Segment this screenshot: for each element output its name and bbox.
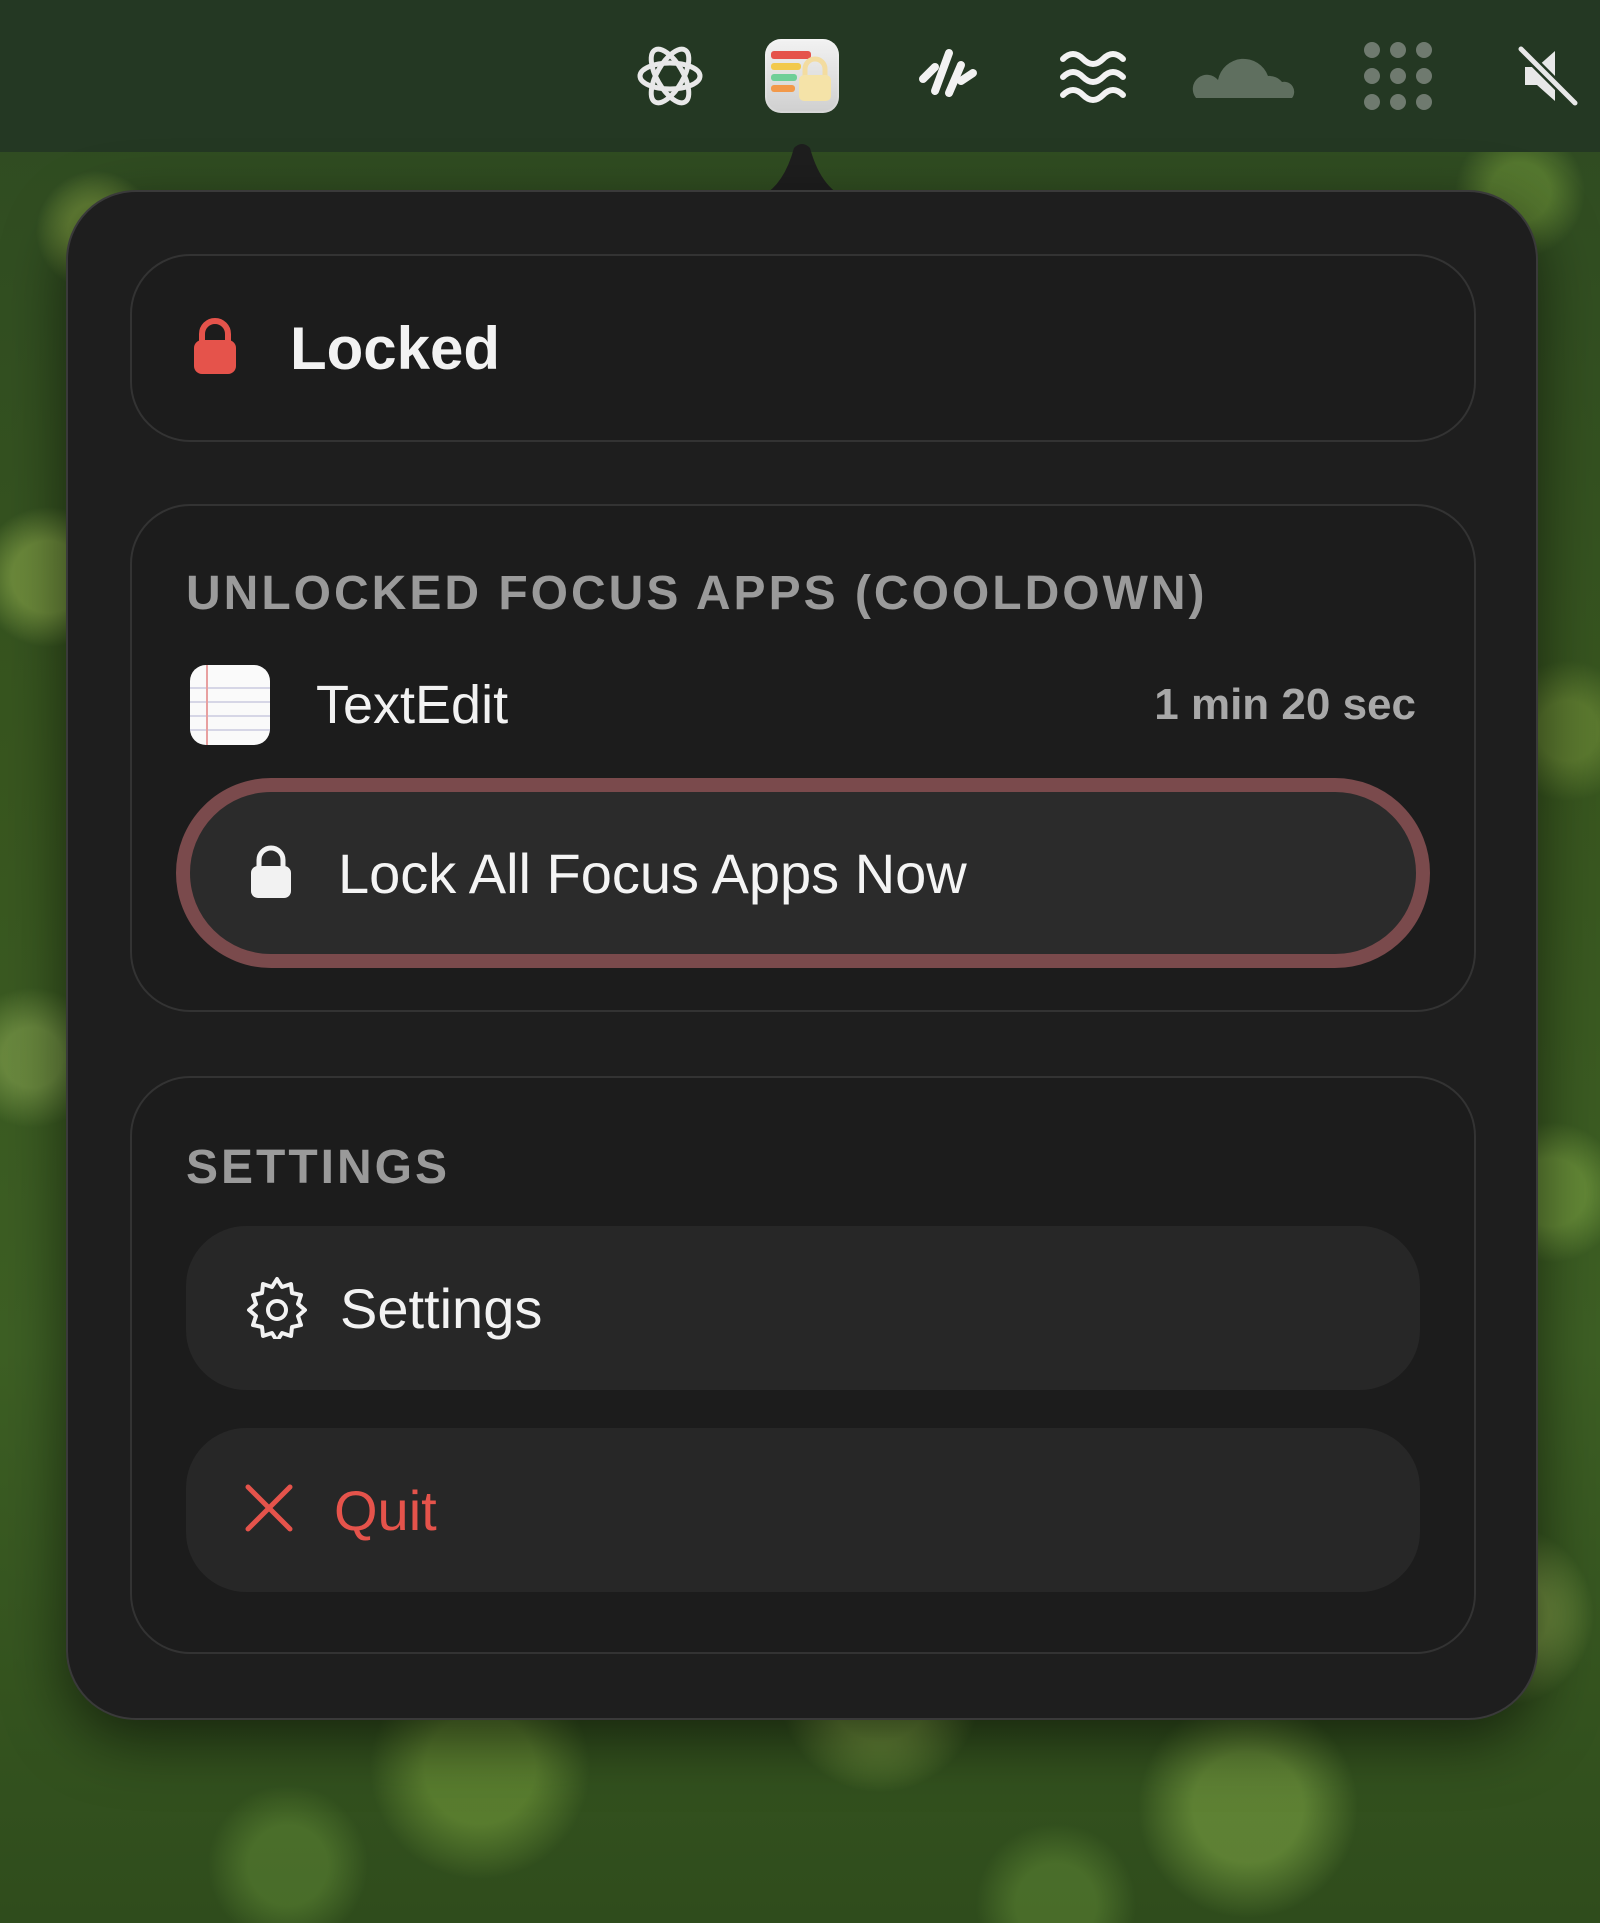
close-icon <box>244 1483 294 1538</box>
settings-label: Settings <box>340 1276 543 1340</box>
cooldown-remaining: 1 min 20 sec <box>1154 680 1416 729</box>
waves-icon[interactable] <box>1052 36 1132 116</box>
lock-status-label: Locked <box>290 314 501 382</box>
settings-header: SETTINGS <box>186 1141 451 1194</box>
status-section: Locked <box>130 254 1476 442</box>
menu-bar <box>0 0 1600 152</box>
status-row: Locked <box>192 256 500 440</box>
openai-icon[interactable] <box>630 36 710 116</box>
focus-apps-header: UNLOCKED FOCUS APPS (COOLDOWN) <box>186 567 1208 620</box>
cloudflare-icon[interactable] <box>1186 36 1302 116</box>
desktop-background: Locked UNLOCKED FOCUS APPS (COOLDOWN) Te… <box>0 0 1600 1923</box>
gear-icon <box>244 1273 310 1344</box>
lock-all-focus-apps-button[interactable]: Lock All Focus Apps Now <box>176 778 1430 968</box>
lock-all-label: Lock All Focus Apps Now <box>338 841 967 905</box>
app-locker-popover: Locked UNLOCKED FOCUS APPS (COOLDOWN) Te… <box>66 190 1538 1720</box>
quit-button[interactable]: Quit <box>186 1428 1420 1592</box>
settings-button[interactable]: Settings <box>186 1226 1420 1390</box>
lock-icon <box>192 316 238 381</box>
list-item: TextEdit 1 min 20 sec <box>190 664 1416 746</box>
app-name: TextEdit <box>316 675 509 735</box>
mute-icon[interactable] <box>1508 36 1588 116</box>
textedit-icon <box>190 665 270 745</box>
grid-dots-icon[interactable] <box>1358 36 1438 116</box>
waveform-icon[interactable] <box>908 36 988 116</box>
focus-apps-section: UNLOCKED FOCUS APPS (COOLDOWN) TextEdit … <box>130 504 1476 1012</box>
quit-label: Quit <box>334 1478 437 1542</box>
settings-section: SETTINGS Settings Quit <box>130 1076 1476 1654</box>
app-locker-icon[interactable] <box>762 36 842 116</box>
lock-icon <box>250 842 292 905</box>
